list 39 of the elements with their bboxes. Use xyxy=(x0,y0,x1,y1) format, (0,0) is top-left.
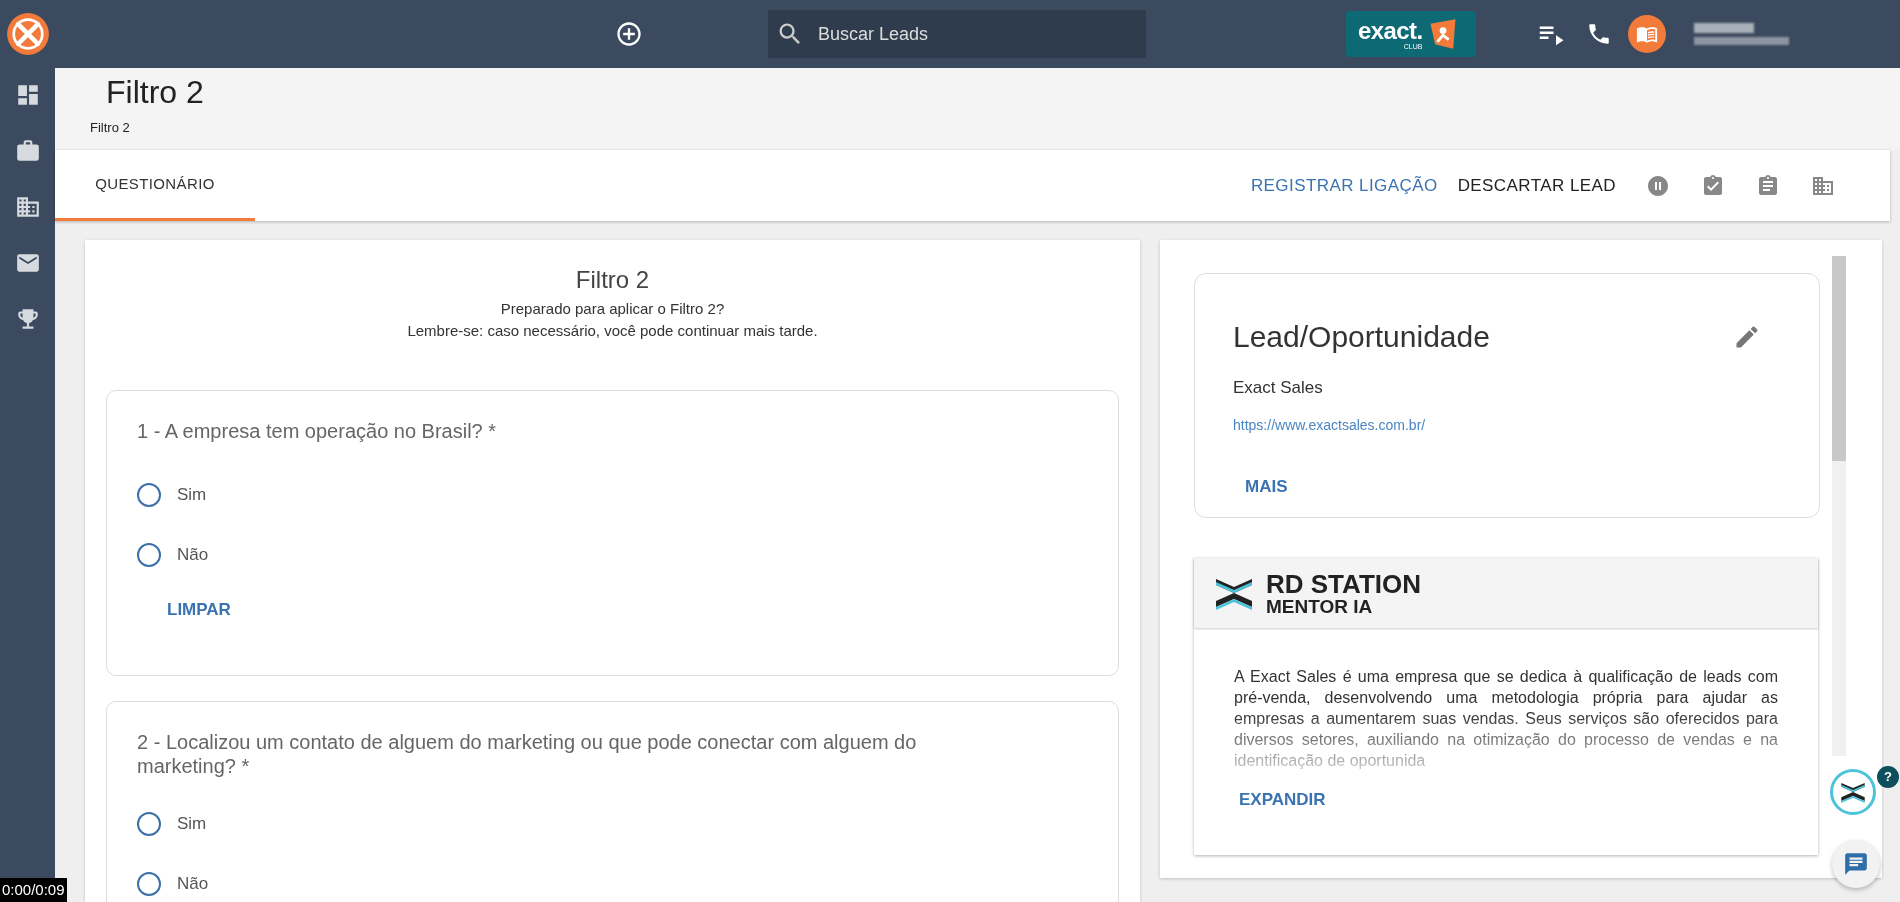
video-timestamp: 0:00/0:09 xyxy=(0,878,67,902)
intro-text: Lembre-se: caso necessário, você pode continuar mais tarde. xyxy=(407,321,818,341)
radio-button[interactable] xyxy=(137,543,161,567)
tab[interactable]: QUESTIONÁRIO xyxy=(55,150,255,221)
help-badge[interactable]: ? xyxy=(1877,766,1899,788)
intro-text: Preparado para aplicar o Filtro 2? xyxy=(500,299,725,319)
scrollbar[interactable] xyxy=(1832,256,1846,756)
building-icon[interactable] xyxy=(14,194,41,220)
company-name: Exact Sales xyxy=(1233,377,1324,399)
radio-button[interactable] xyxy=(137,483,161,507)
lead-title: Lead/Oportunidade xyxy=(1233,319,1490,355)
logo-subtitle: MENTOR IA xyxy=(1266,596,1374,616)
logo-title: RD STATION xyxy=(1266,570,1422,597)
chat-icon xyxy=(1843,851,1869,877)
more-button[interactable]: MAIS xyxy=(1245,473,1288,499)
radio-button[interactable] xyxy=(137,811,161,836)
briefcase-icon[interactable] xyxy=(14,138,41,164)
search-field[interactable]: Buscar Leads xyxy=(768,10,1146,58)
question-text: 2 - Localizou um contato de alguem do marketing ou que pode conectar com alguem do marketing? * xyxy=(137,729,918,778)
question-text: 1 - A empresa tem operação no Brasil? * xyxy=(137,419,498,443)
radio-button[interactable] xyxy=(137,871,161,896)
breadcrumb: Filtro 2 xyxy=(90,119,131,137)
logo-word: exact. xyxy=(1358,18,1423,43)
option-label: Sim xyxy=(177,812,207,835)
expand-button[interactable]: EXPANDIR xyxy=(1239,787,1326,813)
app-logo-icon[interactable] xyxy=(5,12,50,56)
phone-icon[interactable] xyxy=(1586,21,1612,47)
website-link[interactable]: https://www.exactsales.com.br/ xyxy=(1233,414,1426,436)
add-icon[interactable] xyxy=(615,20,643,48)
option-label: Não xyxy=(177,872,209,895)
summary-text: A Exact Sales é uma empresa que se dedica à qualificação de leads com pré-venda, desenvolvendo uma metodologia própria para ajudar as empresas a aumentarem suas vendas. Seus serviços são oferecidos para diversos setores, auxiliando na otimização do processo de vendas e na identificação de oportunida xyxy=(1234,667,1778,771)
clear-button[interactable]: LIMPAR xyxy=(167,597,231,623)
discard-lead-button[interactable]: DESCARTAR LEAD xyxy=(1457,172,1616,199)
option-label: Sim xyxy=(177,484,207,507)
option-label: Não xyxy=(177,544,209,567)
questionnaire-title: Filtro 2 xyxy=(575,265,650,295)
page-title: Filtro 2 xyxy=(105,73,205,112)
avatar[interactable] xyxy=(1628,15,1666,53)
register-call-link[interactable]: REGISTRAR LIGAÇÃO xyxy=(1250,172,1438,199)
